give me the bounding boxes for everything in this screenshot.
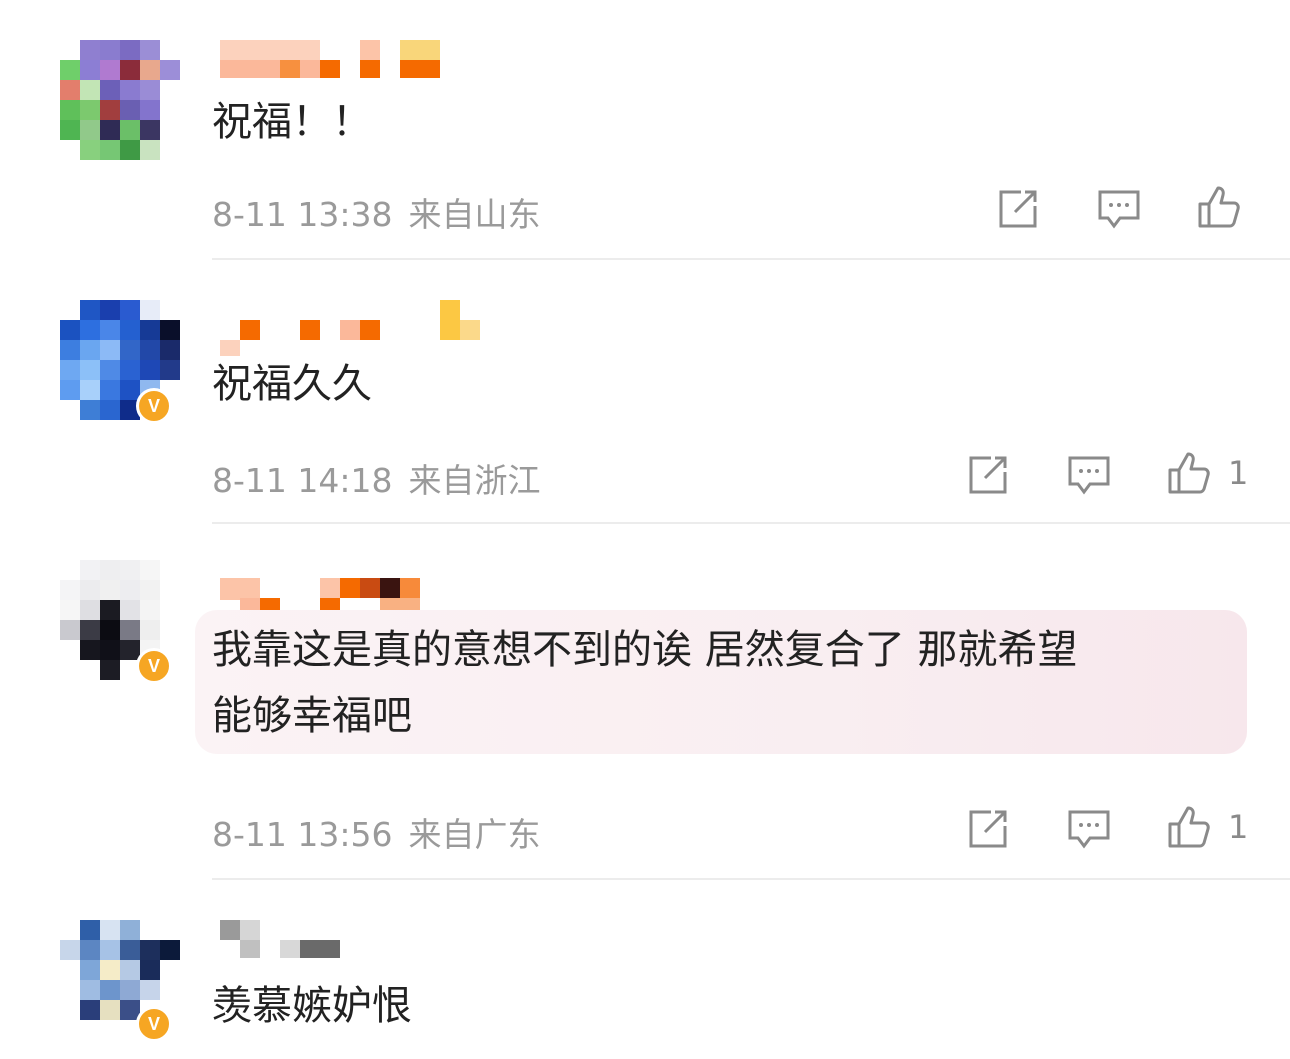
comment-location: 来自广东 [408,815,541,854]
comment-meta: 8-11 13:56 来自广东 [212,808,541,856]
like-icon[interactable] [1196,184,1242,230]
divider [212,522,1290,524]
comment-text: 祝福久久 [212,361,372,407]
comment-time: 8-11 13:56 [212,815,393,854]
comment-icon[interactable] [1066,806,1112,852]
comment-icon[interactable] [1096,186,1142,232]
like-icon[interactable] [1166,450,1212,496]
username-redacted[interactable] [220,40,480,80]
username-redacted[interactable] [220,300,480,356]
like-icon[interactable] [1166,804,1212,850]
verified-badge-icon: V [136,1006,172,1042]
avatar[interactable] [60,40,180,160]
comment-meta: 8-11 13:38 来自山东 [212,188,541,236]
share-icon[interactable] [965,452,1011,498]
verified-badge-icon: V [136,648,172,684]
comment-icon[interactable] [1066,452,1112,498]
share-icon[interactable] [995,186,1041,232]
username-redacted[interactable] [220,920,480,960]
comment-time: 8-11 14:18 [212,461,393,500]
comment-text: 羡慕嫉妒恨 [212,983,412,1029]
comment-text-line-2: 能够幸福吧 [212,693,412,739]
comment-text-line-1: 我靠这是真的意想不到的诶 居然复合了 那就希望 [212,627,1078,673]
comment-time: 8-11 13:38 [212,195,393,234]
divider [212,258,1290,260]
comment-location: 来自浙江 [408,461,541,500]
share-icon[interactable] [965,806,1011,852]
verified-badge-icon: V [136,388,172,424]
comment-meta: 8-11 14:18 来自浙江 [212,454,541,502]
like-count: 1 [1228,808,1249,846]
comment-text: 祝福！！ [212,99,372,145]
divider [212,878,1290,880]
like-count: 1 [1228,454,1249,492]
comment-location: 来自山东 [408,195,541,234]
